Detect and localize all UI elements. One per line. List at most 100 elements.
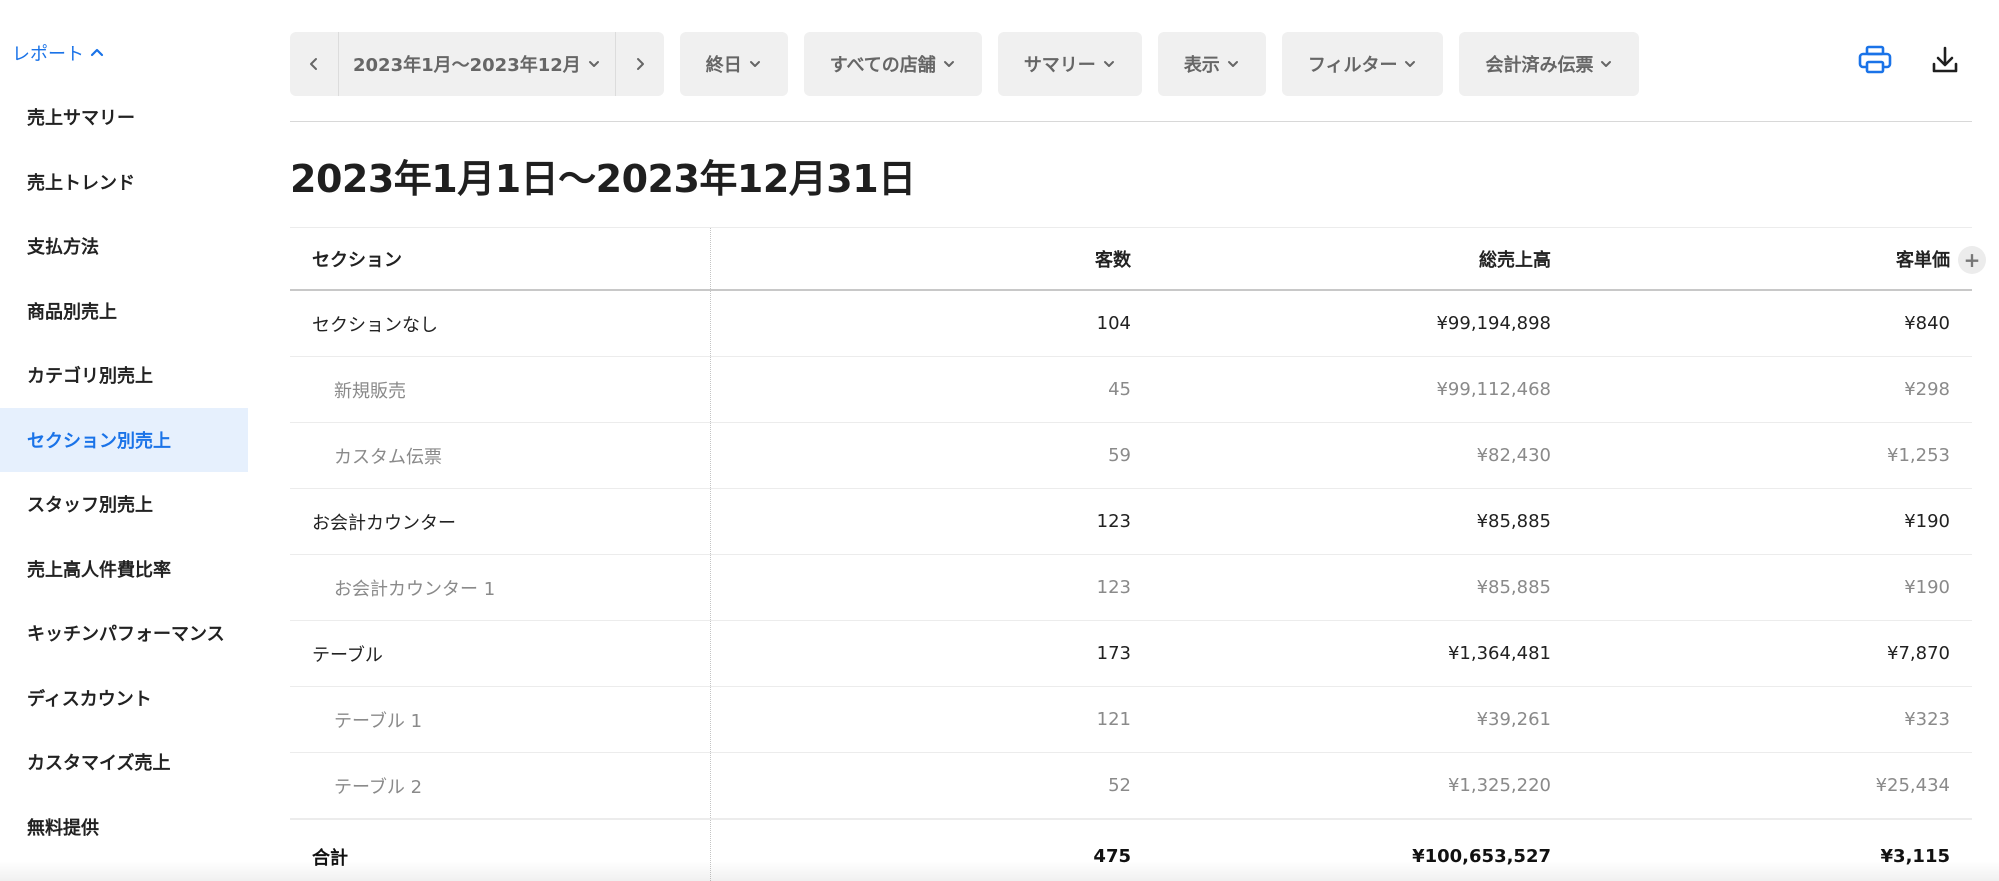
row-guests: 45 (1108, 379, 1131, 400)
sidebar-nav: 売上サマリー 売上トレンド 支払方法 商品別売上 カテゴリ別売上 セクション別売… (0, 85, 248, 859)
chevron-down-icon (1599, 57, 1613, 71)
row-gross-sales: ¥39,261 (1476, 709, 1551, 730)
download-button[interactable] (1925, 42, 1965, 78)
column-header-avg-per-guest[interactable]: 客単価 (1551, 228, 1972, 289)
reports-menu-toggle[interactable]: レポート (12, 38, 104, 68)
row-gross-sales: ¥1,325,220 (1447, 775, 1551, 796)
row-guests: 121 (1096, 709, 1131, 730)
row-avg-per-guest: ¥840 (1904, 313, 1950, 334)
row-avg-per-guest: ¥190 (1904, 511, 1950, 532)
sidebar-item-comps[interactable]: 無料提供 (0, 795, 248, 860)
sidebar-item-staff-sales[interactable]: スタッフ別売上 (0, 472, 248, 537)
row-avg-per-guest: ¥298 (1904, 379, 1950, 400)
report-toolbar: 2023年1月〜2023年12月 終日 すべての店舗 サマリー 表示 フィルター… (290, 32, 1655, 96)
chevron-left-icon (310, 58, 317, 70)
row-guests: 173 (1096, 643, 1131, 664)
sidebar-item-label: 無料提供 (27, 817, 99, 839)
store-filter-label: すべての店舗 (829, 55, 936, 76)
filter-dropdown[interactable]: フィルター (1281, 32, 1444, 96)
column-header-guests[interactable]: 客数 (711, 228, 1131, 289)
reports-menu-label: レポート (12, 44, 84, 65)
table-row: セクションなし 104 ¥99,194,898 ¥840 (290, 291, 1972, 357)
row-gross-sales: ¥99,112,468 (1436, 379, 1551, 400)
store-filter-dropdown[interactable]: すべての店舗 (803, 32, 982, 96)
page-title: 2023年1月1日〜2023年12月31日 (290, 157, 916, 201)
row-avg-per-guest: ¥1,253 (1887, 445, 1950, 466)
row-avg-per-guest: ¥25,434 (1875, 775, 1950, 796)
row-section-name: カスタム伝票 (290, 423, 711, 488)
sidebar-item-label: ディスカウント (27, 688, 152, 710)
sidebar-item-item-sales[interactable]: 商品別売上 (0, 279, 248, 344)
row-guests: 123 (1096, 577, 1131, 598)
summary-label: サマリー (1023, 55, 1096, 76)
chevron-down-icon (1226, 57, 1240, 71)
sidebar-item-label: 売上トレンド (27, 172, 135, 194)
previous-period-button[interactable] (290, 32, 338, 96)
sidebar-item-kitchen-performance[interactable]: キッチンパフォーマンス (0, 601, 248, 666)
chevron-down-icon (1102, 57, 1116, 71)
sidebar-item-label: 商品別売上 (27, 301, 117, 323)
receipt-status-label: 会計済み伝票 (1485, 55, 1594, 76)
row-avg-per-guest: ¥7,870 (1887, 643, 1950, 664)
sidebar-item-discounts[interactable]: ディスカウント (0, 666, 248, 731)
row-section-name: テーブル 1 (290, 687, 711, 752)
table-row: お会計カウンター 123 ¥85,885 ¥190 (290, 489, 1972, 555)
sidebar-item-modifier-sales[interactable]: カスタマイズ売上 (0, 730, 248, 795)
table-row: カスタム伝票 59 ¥82,430 ¥1,253 (290, 423, 1972, 489)
total-avg-per-guest: ¥3,115 (1880, 846, 1950, 867)
sidebar-item-labor-cost-ratio[interactable]: 売上高人件費比率 (0, 537, 248, 602)
table-row: テーブル 1 121 ¥39,261 ¥323 (290, 687, 1972, 753)
time-filter-dropdown[interactable]: 終日 (679, 32, 788, 96)
row-section-name: セクションなし (290, 291, 711, 356)
sidebar-item-label: 支払方法 (27, 237, 99, 259)
sidebar-item-label: カスタマイズ売上 (27, 753, 171, 775)
chevron-up-icon (90, 46, 104, 60)
row-guests: 123 (1096, 511, 1131, 532)
row-gross-sales: ¥99,194,898 (1436, 313, 1551, 334)
sidebar-item-payment-methods[interactable]: 支払方法 (0, 214, 248, 279)
row-gross-sales: ¥85,885 (1476, 511, 1551, 532)
table-row: テーブル 173 ¥1,364,481 ¥7,870 (290, 621, 1972, 687)
sidebar-item-label: キッチンパフォーマンス (27, 624, 225, 646)
filter-label: フィルター (1307, 55, 1398, 76)
row-guests: 59 (1108, 445, 1131, 466)
table-row: お会計カウンター 1 123 ¥85,885 ¥190 (290, 555, 1972, 621)
row-section-name: お会計カウンター 1 (290, 555, 711, 620)
row-gross-sales: ¥85,885 (1476, 577, 1551, 598)
sidebar-item-label: セクション別売上 (27, 430, 171, 452)
row-gross-sales: ¥82,430 (1476, 445, 1551, 466)
column-header-section[interactable]: セクション (290, 228, 711, 289)
report-actions (1855, 42, 1995, 78)
sidebar-item-category-sales[interactable]: カテゴリ別売上 (0, 343, 248, 408)
table-total-row: 合計 475 ¥100,653,527 ¥3,115 (290, 819, 1972, 881)
display-label: 表示 (1183, 55, 1220, 76)
sidebar-item-sales-summary[interactable]: 売上サマリー (0, 85, 248, 150)
sidebar-item-label: スタッフ別売上 (27, 495, 153, 517)
date-range-control: 2023年1月〜2023年12月 (290, 32, 664, 96)
summary-dropdown[interactable]: サマリー (997, 32, 1142, 96)
total-gross-sales: ¥100,653,527 (1412, 846, 1551, 867)
sidebar-item-sales-trend[interactable]: 売上トレンド (0, 150, 248, 215)
date-range-dropdown[interactable]: 2023年1月〜2023年12月 (338, 32, 616, 96)
row-guests: 104 (1096, 313, 1131, 334)
row-guests: 52 (1108, 775, 1131, 796)
total-label: 合計 (290, 820, 711, 881)
row-section-name: テーブル (290, 621, 711, 686)
row-section-name: お会計カウンター (290, 489, 711, 554)
next-period-button[interactable] (616, 32, 664, 96)
column-header-gross-sales[interactable]: 総売上高 (1131, 228, 1551, 289)
receipt-status-dropdown[interactable]: 会計済み伝票 (1459, 32, 1640, 96)
display-dropdown[interactable]: 表示 (1157, 32, 1266, 96)
row-section-name: テーブル 2 (290, 753, 711, 818)
total-guests: 475 (1093, 846, 1131, 867)
row-gross-sales: ¥1,364,481 (1447, 643, 1551, 664)
download-icon (1932, 46, 1958, 73)
print-button[interactable] (1855, 42, 1895, 78)
chevron-down-icon (1403, 57, 1417, 71)
table-header-row: セクション 客数 総売上高 客単価 + (290, 227, 1986, 291)
add-column-button[interactable]: + (1958, 246, 1986, 274)
row-section-name: 新規販売 (290, 357, 711, 422)
sidebar-item-section-sales[interactable]: セクション別売上 (0, 407, 248, 472)
table-row: 新規販売 45 ¥99,112,468 ¥298 (290, 357, 1972, 423)
sidebar-item-label: カテゴリ別売上 (27, 366, 153, 388)
